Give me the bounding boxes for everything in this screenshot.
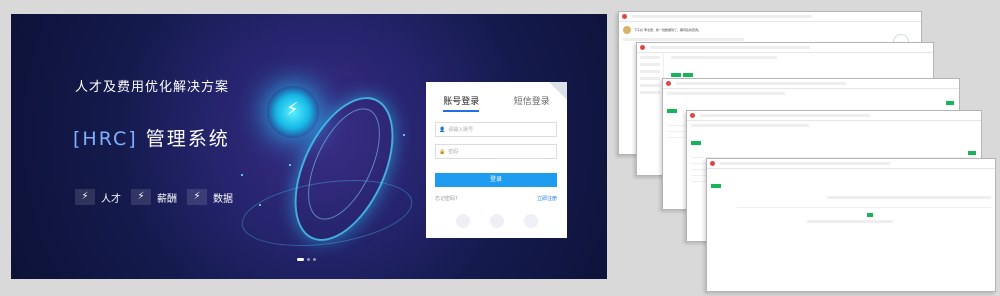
social-login-icon[interactable] xyxy=(490,214,504,228)
greeting-row: 下午好 李北辰，新一批数据到了，期待您的查阅。 xyxy=(623,26,917,34)
window-topbar xyxy=(637,43,933,53)
window-button[interactable] xyxy=(968,151,976,155)
password-field[interactable]: 🔒 密码 xyxy=(435,144,557,159)
tab-account-login[interactable]: 账号登录 xyxy=(443,94,480,112)
hero-tag-data: ⚡ 数据 xyxy=(187,189,233,205)
forgot-password-link[interactable]: 忘记密码? xyxy=(435,195,458,202)
login-banner: ⚡ 人才及费用优化解决方案 [HRC] 管理系统 ⚡ 人才 ⚡ 薪酬 ⚡ 数据 xyxy=(11,14,607,279)
spark xyxy=(259,204,261,206)
window-button[interactable] xyxy=(667,109,677,113)
window-topbar xyxy=(687,111,981,121)
hero-brand: [HRC] xyxy=(73,128,138,150)
window-button[interactable] xyxy=(671,73,681,77)
login-tabs: 账号登录 短信登录 xyxy=(426,94,567,112)
lightning-icon: ⚡ xyxy=(286,99,299,120)
lightning-icon: ⚡ xyxy=(131,189,151,205)
hero-tag-talent: ⚡ 人才 xyxy=(75,189,121,205)
register-link[interactable]: 立即注册 xyxy=(537,195,557,202)
app-logo-icon xyxy=(666,81,671,86)
screenshot-canvas: ⚡ 人才及费用优化解决方案 [HRC] 管理系统 ⚡ 人才 ⚡ 薪酬 ⚡ 数据 xyxy=(0,0,1000,296)
sidebar xyxy=(637,52,664,175)
login-card: 账号登录 短信登录 👤 请输入账号 🔒 密码 登录 忘记密码? 立即注册 xyxy=(426,82,567,238)
carousel-dot[interactable] xyxy=(307,258,310,261)
social-login-icon[interactable] xyxy=(456,214,470,228)
lightning-icon: ⚡ xyxy=(187,189,207,205)
window-button[interactable] xyxy=(683,73,693,77)
hero-tag-salary: ⚡ 薪酬 xyxy=(131,189,177,205)
social-login-icon[interactable] xyxy=(524,214,538,228)
window-topbar xyxy=(619,12,921,22)
carousel-dot-active[interactable] xyxy=(297,258,304,261)
hero-tag-label: 薪酬 xyxy=(157,193,177,205)
username-field[interactable]: 👤 请输入账号 xyxy=(435,122,557,137)
window-button[interactable] xyxy=(946,101,954,105)
spark xyxy=(403,134,405,136)
lock-icon: 🔒 xyxy=(439,148,446,155)
lightning-orb-icon: ⚡ xyxy=(267,86,319,138)
lightning-icon: ⚡ xyxy=(75,189,95,205)
greeting-text: 下午好 李北辰，新一批数据到了，期待您的查阅。 xyxy=(634,28,701,32)
carousel-dot[interactable] xyxy=(313,258,316,261)
user-icon: 👤 xyxy=(439,126,446,133)
app-window-detail xyxy=(706,158,996,292)
password-placeholder: 密码 xyxy=(448,149,459,155)
hero-title: 人才及费用优化解决方案 xyxy=(75,80,230,95)
username-placeholder: 请输入账号 xyxy=(448,127,474,133)
window-topbar xyxy=(707,159,995,169)
hero-system-label: 管理系统 xyxy=(145,128,230,150)
tab-sms-login[interactable]: 短信登录 xyxy=(514,94,550,112)
app-logo-icon xyxy=(690,113,695,118)
carousel-dots xyxy=(297,258,316,261)
app-logo-icon xyxy=(640,45,645,50)
avatar xyxy=(623,26,631,34)
login-button[interactable]: 登录 xyxy=(435,173,557,187)
window-button[interactable] xyxy=(691,141,701,145)
app-logo-icon xyxy=(622,14,627,19)
hero-system-name: [HRC] 管理系统 xyxy=(73,124,230,151)
pagination-current[interactable] xyxy=(867,213,873,217)
hero-tag-label: 数据 xyxy=(213,193,233,205)
spark xyxy=(289,164,291,166)
app-logo-icon xyxy=(710,161,715,166)
spark xyxy=(241,174,243,176)
window-button[interactable] xyxy=(711,184,721,188)
window-topbar xyxy=(663,79,959,89)
hero-tag-label: 人才 xyxy=(101,193,121,205)
